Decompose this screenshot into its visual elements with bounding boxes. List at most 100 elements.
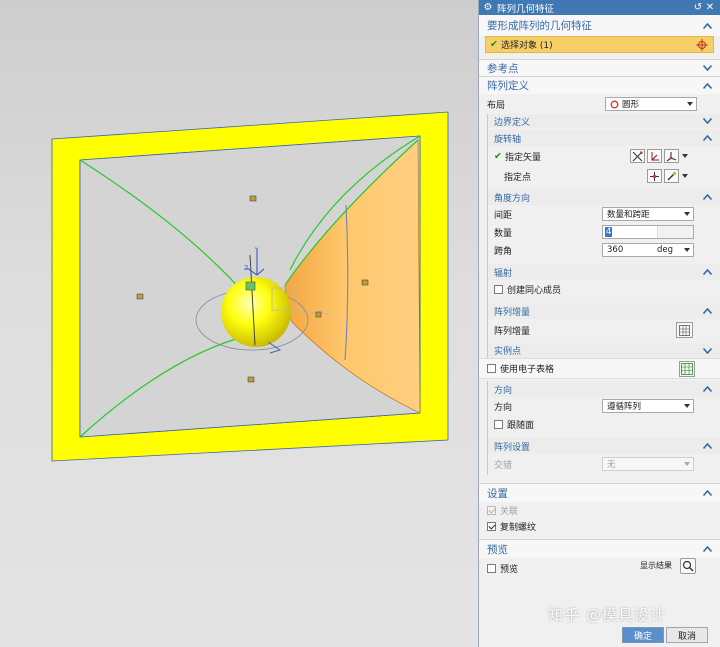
reverse-direction-button[interactable] bbox=[630, 149, 645, 163]
use-spreadsheet-label: 使用电子表格 bbox=[500, 365, 555, 375]
preview-label: 预览 bbox=[500, 564, 519, 575]
array-definition-subsections-lower: 方向 方向 遵循阵列 跟随面 阵列设置 交错 无 bbox=[487, 381, 720, 475]
point-options-dropdown[interactable] bbox=[680, 169, 690, 183]
follow-face-row[interactable]: 跟随面 bbox=[488, 416, 720, 433]
angle-direction-header[interactable]: 角度方向 bbox=[488, 189, 720, 205]
section-preview-header[interactable]: 预览 bbox=[479, 539, 720, 558]
ok-button[interactable]: 确定 bbox=[622, 627, 664, 643]
orientation-label: 方向 bbox=[494, 403, 513, 413]
stagger-row: 交错 无 bbox=[488, 454, 720, 475]
layout-value: 圆形 bbox=[622, 100, 640, 110]
specify-vector-row: ✔ 指定矢量 bbox=[488, 146, 720, 167]
span-angle-input[interactable]: 360 deg bbox=[602, 243, 694, 257]
dialog-titlebar: ⚙ 阵列几何特征 ↺ ✕ bbox=[479, 0, 720, 15]
boundary-definition-title: 边界定义 bbox=[494, 117, 531, 128]
specify-point-label: 指定点 bbox=[504, 173, 532, 183]
close-icon[interactable]: ✕ bbox=[704, 2, 716, 13]
section-settings-title: 设置 bbox=[487, 487, 508, 500]
section-geometry-title: 要形成阵列的几何特征 bbox=[487, 20, 592, 32]
follow-face-checkbox[interactable] bbox=[494, 420, 503, 429]
array-settings-title: 阵列设置 bbox=[494, 442, 531, 453]
orientation-row: 方向 遵循阵列 bbox=[488, 397, 720, 416]
spacing-dropdown[interactable]: 数量和跨距 bbox=[602, 207, 694, 221]
chevron-up-icon[interactable] bbox=[703, 443, 712, 449]
show-result-label: 显示结果 bbox=[640, 561, 672, 570]
stagger-dropdown[interactable]: 无 bbox=[602, 457, 694, 471]
rotation-axis-header[interactable]: 旋转轴 bbox=[488, 130, 720, 146]
graphics-viewport[interactable]: Y Z bbox=[0, 0, 478, 647]
preview-row[interactable]: 预览 显示结果 bbox=[479, 558, 720, 578]
marker-square bbox=[247, 376, 255, 383]
crosshair-icon[interactable] bbox=[695, 38, 709, 52]
copy-threads-row[interactable]: 复制螺纹 bbox=[479, 518, 720, 534]
stagger-label: 交错 bbox=[494, 461, 513, 471]
array-increment-label: 阵列增量 bbox=[494, 326, 531, 337]
section-array-definition-header[interactable]: 阵列定义 bbox=[479, 76, 720, 94]
orientation-header[interactable]: 方向 bbox=[488, 381, 720, 397]
inferred-vector-button[interactable] bbox=[664, 149, 679, 163]
use-spreadsheet-checkbox[interactable] bbox=[487, 364, 496, 373]
orientation-dropdown[interactable]: 遵循阵列 bbox=[602, 399, 694, 413]
layout-label: 布局 bbox=[487, 100, 506, 111]
chevron-up-icon[interactable] bbox=[703, 22, 712, 29]
count-label: 数量 bbox=[494, 229, 513, 239]
svg-text:Y: Y bbox=[254, 247, 259, 254]
array-increment-row: 阵列增量 bbox=[488, 319, 720, 341]
angle-direction-title: 角度方向 bbox=[494, 193, 531, 204]
rotation-axis-title: 旋转轴 bbox=[494, 134, 522, 145]
circle-layout-icon bbox=[610, 100, 619, 108]
chevron-down-icon[interactable] bbox=[703, 118, 712, 124]
chevron-up-icon[interactable] bbox=[703, 308, 712, 314]
section-preview-title: 预览 bbox=[487, 543, 508, 556]
chevron-up-icon[interactable] bbox=[703, 82, 712, 89]
vector-dialog-button[interactable] bbox=[647, 149, 662, 163]
spacing-row: 间距 数量和跨距 bbox=[488, 205, 720, 224]
create-concentric-checkbox[interactable] bbox=[494, 285, 503, 294]
spreadsheet-icon[interactable] bbox=[679, 361, 695, 377]
array-settings-header[interactable]: 阵列设置 bbox=[488, 438, 720, 454]
instance-point-header[interactable]: 实例点 bbox=[488, 343, 720, 358]
orientation-value: 遵循阵列 bbox=[607, 402, 642, 412]
select-object-row[interactable]: ✔ 选择对象 (1) bbox=[485, 36, 714, 53]
section-settings-header[interactable]: 设置 bbox=[479, 483, 720, 502]
point-dialog-button[interactable] bbox=[647, 169, 662, 183]
section-geometry-header[interactable]: 要形成阵列的几何特征 bbox=[479, 15, 720, 36]
boundary-definition-header[interactable]: 边界定义 bbox=[488, 114, 720, 128]
count-value: 4 bbox=[605, 227, 613, 237]
chevron-up-icon[interactable] bbox=[703, 386, 712, 392]
chevron-up-icon[interactable] bbox=[703, 490, 712, 496]
chevron-down-icon[interactable] bbox=[703, 65, 712, 71]
chevron-up-icon[interactable] bbox=[703, 194, 712, 200]
create-concentric-row[interactable]: 创建同心成员 bbox=[488, 280, 720, 299]
svg-text:Z: Z bbox=[244, 265, 248, 272]
array-increment-header[interactable]: 阵列增量 bbox=[488, 303, 720, 319]
use-spreadsheet-row[interactable]: 使用电子表格 bbox=[479, 358, 720, 379]
chevron-up-icon[interactable] bbox=[703, 269, 712, 275]
chevron-down-icon[interactable] bbox=[703, 347, 712, 354]
associative-row: 关联 bbox=[479, 502, 720, 518]
marker-square bbox=[249, 195, 257, 202]
cancel-button[interactable]: 取消 bbox=[666, 627, 708, 643]
section-reference-point-header[interactable]: 参考点 bbox=[479, 59, 720, 76]
section-array-definition-title: 阵列定义 bbox=[487, 80, 529, 92]
associative-checkbox bbox=[487, 505, 496, 515]
create-concentric-label: 创建同心成员 bbox=[507, 286, 562, 296]
radiation-header[interactable]: 辐射 bbox=[488, 264, 720, 280]
specify-vector-label: 指定矢量 bbox=[504, 153, 541, 163]
array-increment-button[interactable] bbox=[676, 322, 693, 338]
vector-options-dropdown[interactable] bbox=[680, 149, 690, 163]
preview-checkbox[interactable] bbox=[487, 563, 496, 573]
array-definition-subsections: 边界定义 旋转轴 ✔ 指定矢量 指定点 角度方向 间距 数量和跨距 数量 4 跨… bbox=[487, 114, 720, 358]
copy-threads-checkbox[interactable] bbox=[487, 521, 496, 531]
spacing-value: 数量和跨距 bbox=[607, 210, 650, 220]
check-icon: ✔ bbox=[490, 39, 498, 50]
inferred-point-button[interactable] bbox=[664, 169, 679, 183]
chevron-up-icon[interactable] bbox=[703, 135, 712, 141]
dialog-title: 阵列几何特征 bbox=[497, 3, 555, 15]
axis-handle-box bbox=[245, 281, 256, 291]
show-result-button[interactable] bbox=[680, 558, 696, 574]
count-input[interactable]: 4 bbox=[602, 225, 694, 239]
layout-dropdown[interactable]: 圆形 bbox=[605, 97, 697, 111]
reset-icon[interactable]: ↺ bbox=[692, 2, 704, 13]
chevron-up-icon[interactable] bbox=[703, 546, 712, 552]
